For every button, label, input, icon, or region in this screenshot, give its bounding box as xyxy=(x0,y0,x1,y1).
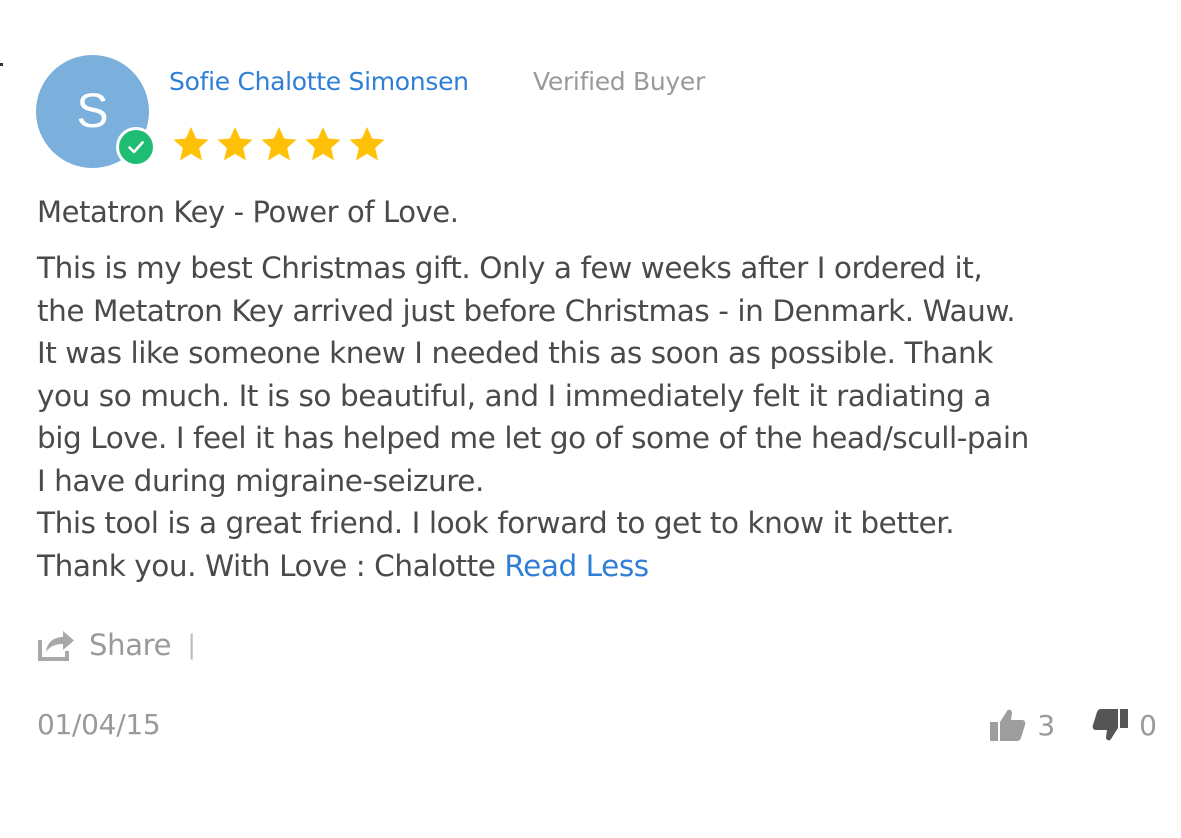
star-icon xyxy=(173,127,209,161)
review-date: 01/04/15 xyxy=(37,708,161,741)
star-icon xyxy=(305,127,341,161)
corner-mark xyxy=(0,63,3,66)
review-body-line: This tool is a great friend. I look forw… xyxy=(37,506,955,540)
review-card: S Sofie Chalotte Simonsen Verified Buyer… xyxy=(0,0,1181,838)
review-body-line: I have during migraine-seizure. xyxy=(37,463,484,498)
review-body: This is my best Christmas gift. Only a f… xyxy=(37,247,1167,587)
star-rating xyxy=(170,124,390,164)
avatar-initial: S xyxy=(76,85,109,138)
thumbs-down-icon xyxy=(1092,709,1129,741)
review-body-line: This is my best Christmas gift. Only a f… xyxy=(37,251,983,285)
review-body-line: you so much. It is so beautiful, and I i… xyxy=(37,378,991,413)
thumbs-up-count: 3 xyxy=(1037,708,1056,742)
star-icon xyxy=(261,127,297,161)
check-circle-icon xyxy=(116,127,156,167)
share-label: Share xyxy=(89,628,172,662)
review-body-last-line: Thank you. With Love : Chalotte Read Les… xyxy=(37,545,1167,588)
share-separator: | xyxy=(187,630,196,660)
review-body-last-text: Thank you. With Love : Chalotte xyxy=(37,548,496,583)
read-less-link[interactable]: Read Less xyxy=(504,549,649,583)
thumbs-up-button[interactable]: 3 xyxy=(989,707,1055,743)
review-body-line: the Metatron Key arrived just before Chr… xyxy=(37,293,1016,328)
review-body-line: It was like someone knew I needed this a… xyxy=(37,336,993,370)
share-icon xyxy=(38,631,74,661)
share-button[interactable]: Share | xyxy=(37,625,196,665)
thumbs-down-button[interactable]: 0 xyxy=(1091,707,1157,743)
review-body-line: big Love. I feel it has helped me let go… xyxy=(37,421,1029,455)
star-icon xyxy=(217,127,253,161)
verified-buyer-label: Verified Buyer xyxy=(533,67,705,96)
thumbs-up-icon xyxy=(990,709,1026,741)
reviewer-name[interactable]: Sofie Chalotte Simonsen xyxy=(169,65,469,99)
review-title: Metatron Key - Power of Love. xyxy=(37,195,459,229)
vote-controls: 3 0 xyxy=(989,704,1157,746)
star-icon xyxy=(349,127,385,161)
thumbs-down-count: 0 xyxy=(1139,708,1157,742)
